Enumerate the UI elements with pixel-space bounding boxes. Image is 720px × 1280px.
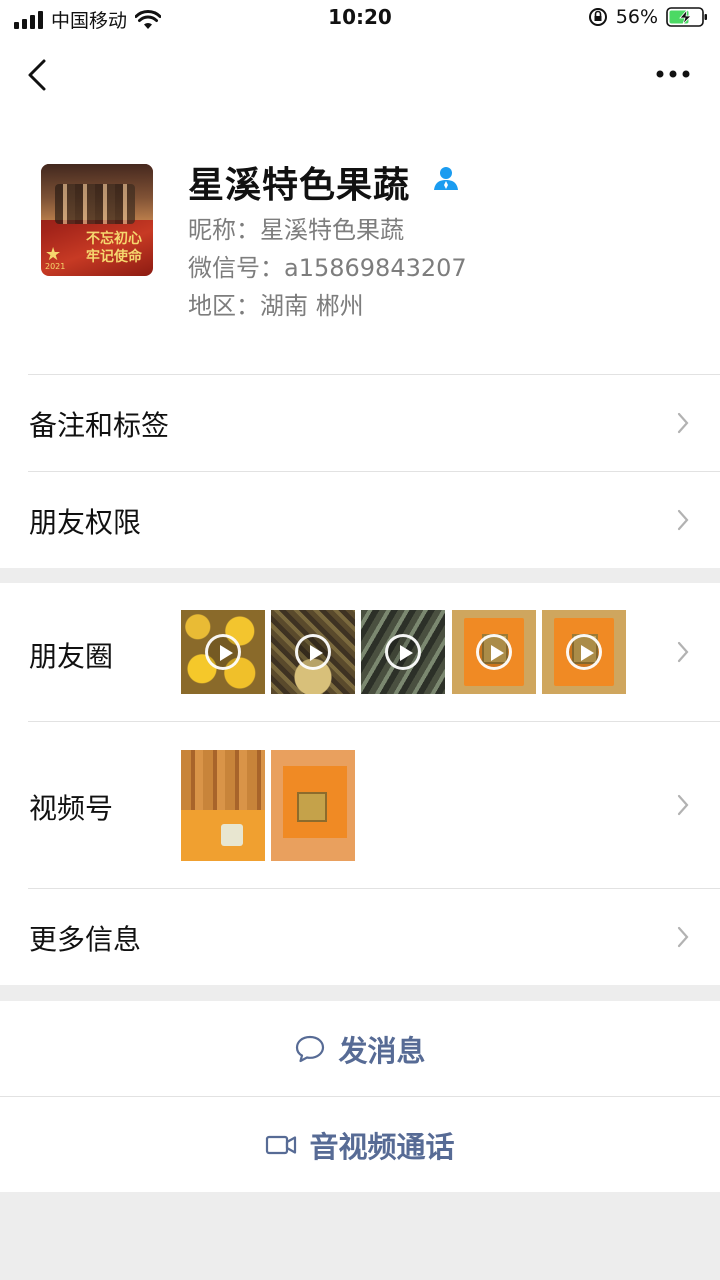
chevron-right-icon bbox=[677, 926, 689, 948]
channels-thumb bbox=[181, 750, 265, 861]
region-text: 地区：湖南 郴州 bbox=[188, 292, 364, 320]
remarks-tags-label: 备注和标签 bbox=[29, 409, 170, 442]
avatar[interactable]: ★ 不忘初心 牢记使命 2021 bbox=[41, 164, 153, 276]
person-icon bbox=[434, 167, 458, 190]
moments-label: 朋友圈 bbox=[29, 640, 114, 673]
profile-header: ★ 不忘初心 牢记使命 2021 星溪特色果蔬 昵称：星溪特色果蔬 微信号：a1… bbox=[0, 38, 720, 368]
moments-thumb bbox=[271, 610, 355, 694]
friend-permissions-row[interactable]: 朋友权限 bbox=[0, 471, 720, 568]
play-icon bbox=[295, 634, 331, 670]
av-call-label: 音视频通话 bbox=[309, 1129, 455, 1164]
video-camera-icon bbox=[266, 1135, 297, 1154]
chevron-right-icon bbox=[677, 509, 689, 531]
chevron-right-icon bbox=[677, 794, 689, 816]
back-icon[interactable] bbox=[24, 58, 54, 92]
play-icon bbox=[566, 634, 602, 670]
channels-row[interactable]: 视频号 bbox=[0, 721, 720, 888]
status-bar: 中国移动 10:20 56% bbox=[0, 0, 720, 38]
battery-percent: 56% bbox=[615, 6, 658, 28]
settings-section: 备注和标签 朋友权限 bbox=[0, 368, 720, 568]
chat-bubble-icon bbox=[296, 1035, 325, 1062]
more-info-label: 更多信息 bbox=[29, 923, 142, 956]
moments-thumb bbox=[542, 610, 626, 694]
avatar-slogan-line1: 不忘初心 bbox=[86, 231, 142, 247]
play-icon bbox=[205, 634, 241, 670]
channels-thumb bbox=[271, 750, 355, 861]
rotation-lock-icon bbox=[588, 8, 607, 26]
media-section: 朋友圈 视频号 更多信息 bbox=[0, 583, 720, 985]
moments-row[interactable]: 朋友圈 bbox=[0, 583, 720, 721]
moments-thumb bbox=[361, 610, 445, 694]
more-dots-icon[interactable] bbox=[656, 68, 690, 80]
chevron-right-icon bbox=[677, 412, 689, 434]
play-icon bbox=[476, 634, 512, 670]
send-message-button[interactable]: 发消息 bbox=[0, 1001, 720, 1096]
battery-charging-icon bbox=[666, 7, 707, 27]
avatar-slogan-line2: 牢记使命 bbox=[86, 249, 142, 265]
nickname-text: 昵称：星溪特色果蔬 bbox=[188, 216, 404, 244]
moments-thumb bbox=[181, 610, 265, 694]
profile-name: 星溪特色果蔬 bbox=[188, 165, 411, 206]
remarks-tags-row[interactable]: 备注和标签 bbox=[0, 374, 720, 471]
chevron-right-icon bbox=[677, 641, 689, 663]
av-call-button[interactable]: 音视频通话 bbox=[0, 1097, 720, 1192]
channels-label: 视频号 bbox=[29, 792, 114, 825]
avatar-year: 2021 bbox=[45, 262, 66, 271]
more-info-row[interactable]: 更多信息 bbox=[0, 888, 720, 985]
play-icon bbox=[385, 634, 421, 670]
moments-thumb bbox=[452, 610, 536, 694]
wechat-id-text: 微信号：a15869843207 bbox=[188, 254, 467, 282]
send-message-label: 发消息 bbox=[338, 1033, 426, 1068]
friend-permissions-label: 朋友权限 bbox=[29, 506, 142, 539]
